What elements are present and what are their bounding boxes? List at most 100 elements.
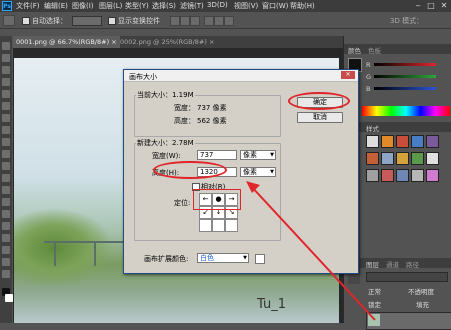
tab-label: 0001.png @ 66.7%(RGB/8#) [16, 38, 110, 46]
tab-color[interactable]: 颜色 [348, 45, 361, 55]
show-transform-label: 显示变换控件 [118, 17, 160, 25]
auto-select-dropdown[interactable] [72, 16, 102, 26]
current-height-label: 高度： [174, 117, 195, 125]
path-select-tool-icon[interactable] [2, 234, 10, 242]
marquee-tool-icon[interactable] [2, 54, 10, 62]
menu-bar: Ps 文件(F) 编辑(E) 图像(I) 图层(L) 类型(Y) 选择(S) 滤… [0, 0, 451, 12]
width-unit-select[interactable]: 像素 ▼ [240, 150, 276, 160]
menu-filter[interactable]: 滤镜(T) [180, 1, 204, 11]
close-icon[interactable]: ✕ [341, 71, 355, 79]
style-swatch[interactable] [426, 135, 439, 148]
cancel-button[interactable]: 取消 [297, 112, 343, 123]
lasso-tool-icon[interactable] [2, 66, 10, 74]
background-color-swatch[interactable] [5, 294, 13, 302]
stamp-tool-icon[interactable] [2, 138, 10, 146]
close-icon[interactable]: × [111, 38, 116, 46]
current-width-label: 宽度： [174, 104, 195, 112]
minimize-button[interactable]: ‒ [412, 0, 424, 11]
new-size-label: 新建大小：2.78M [136, 138, 195, 148]
style-swatch[interactable] [396, 135, 409, 148]
extension-color-value: 白色 [200, 254, 214, 262]
align-icon[interactable] [170, 16, 180, 26]
style-swatch[interactable] [381, 152, 394, 165]
menu-layer[interactable]: 图层(L) [99, 1, 122, 11]
style-swatch[interactable] [411, 152, 424, 165]
style-swatch[interactable] [381, 135, 394, 148]
tab-paths[interactable]: 路径 [406, 259, 419, 269]
slider-track[interactable] [374, 75, 436, 78]
blur-tool-icon[interactable] [2, 186, 10, 194]
tab-document-0002[interactable]: 0002.png @ 25%(RGB/8#) × [117, 36, 217, 48]
menu-view[interactable]: 视图(V) [234, 1, 258, 11]
width-label: 宽度(W): [152, 152, 181, 160]
distribute-icon[interactable] [204, 16, 214, 26]
menu-3d[interactable]: 3D(D) [207, 1, 228, 9]
width-input[interactable]: 737 [197, 150, 237, 160]
style-swatch[interactable] [396, 169, 409, 182]
maximize-button[interactable]: □ [425, 0, 437, 11]
anchor-cell[interactable] [212, 219, 225, 232]
anchor-cell[interactable] [225, 219, 238, 232]
distribute-icon[interactable] [224, 16, 234, 26]
menu-file[interactable]: 文件(F) [16, 1, 40, 11]
current-width-value: 737 像素 [197, 104, 227, 112]
pen-tool-icon[interactable] [2, 210, 10, 218]
align-icon[interactable] [180, 16, 190, 26]
style-swatch[interactable] [366, 135, 379, 148]
anchor-cell[interactable] [199, 219, 212, 232]
slider-blue[interactable]: B [348, 85, 448, 93]
tab-swatches[interactable]: 色板 [368, 45, 381, 55]
move-tool-icon[interactable] [2, 42, 10, 50]
slider-track[interactable] [374, 63, 436, 66]
healing-tool-icon[interactable] [2, 114, 10, 122]
style-swatch[interactable] [426, 152, 439, 165]
styles-panel-tabs: 样式 [344, 122, 451, 133]
color-spectrum-bar[interactable] [362, 106, 450, 116]
history-brush-tool-icon[interactable] [2, 150, 10, 158]
move-tool-icon[interactable] [3, 15, 15, 26]
auto-select-checkbox[interactable] [22, 17, 30, 25]
style-swatch[interactable] [411, 135, 424, 148]
tab-styles[interactable]: 样式 [366, 123, 379, 133]
style-swatch[interactable] [366, 152, 379, 165]
slider-green[interactable]: G [348, 73, 448, 81]
zoom-tool-icon[interactable] [2, 270, 10, 278]
slider-red[interactable]: R [348, 61, 448, 69]
close-window-button[interactable]: ✕ [438, 0, 450, 11]
slider-track[interactable] [374, 87, 436, 90]
align-icon[interactable] [190, 16, 200, 26]
style-swatch[interactable] [396, 152, 409, 165]
distribute-icon[interactable] [214, 16, 224, 26]
dialog-titlebar[interactable]: 画布大小 ✕ [124, 70, 358, 82]
3d-mode-label: 3D 模式： [390, 17, 424, 25]
menu-edit[interactable]: 编辑(E) [44, 1, 68, 11]
tools-panel [0, 36, 13, 323]
style-swatch[interactable] [381, 169, 394, 182]
tab-channels[interactable]: 通道 [386, 259, 399, 269]
style-swatch[interactable] [411, 169, 424, 182]
close-icon[interactable]: × [209, 38, 214, 46]
anchor-label: 定位: [174, 199, 191, 207]
quick-select-tool-icon[interactable] [2, 78, 10, 86]
eraser-tool-icon[interactable] [2, 162, 10, 170]
show-transform-checkbox[interactable] [108, 17, 116, 25]
shape-tool-icon[interactable] [2, 246, 10, 254]
eyedropper-tool-icon[interactable] [2, 102, 10, 110]
gradient-tool-icon[interactable] [2, 174, 10, 182]
brush-tool-icon[interactable] [2, 126, 10, 134]
extension-color-label: 画布扩展颜色: [144, 255, 189, 263]
menu-window[interactable]: 窗口(W) [262, 1, 288, 11]
current-size-label: 当前大小：1.19M [136, 90, 195, 100]
menu-select[interactable]: 选择(S) [152, 1, 176, 11]
menu-image[interactable]: 图像(I) [72, 1, 94, 11]
dialog-title: 画布大小 [129, 73, 157, 81]
menu-help[interactable]: 帮助(H) [290, 1, 315, 11]
crop-tool-icon[interactable] [2, 90, 10, 98]
type-tool-icon[interactable] [2, 222, 10, 230]
hand-tool-icon[interactable] [2, 258, 10, 266]
tab-document-0001[interactable]: 0001.png @ 66.7%(RGB/8#) × [13, 36, 120, 48]
arrow-line [249, 184, 376, 321]
menu-type[interactable]: 类型(Y) [125, 1, 149, 11]
dodge-tool-icon[interactable] [2, 198, 10, 206]
style-swatch[interactable] [426, 169, 439, 182]
